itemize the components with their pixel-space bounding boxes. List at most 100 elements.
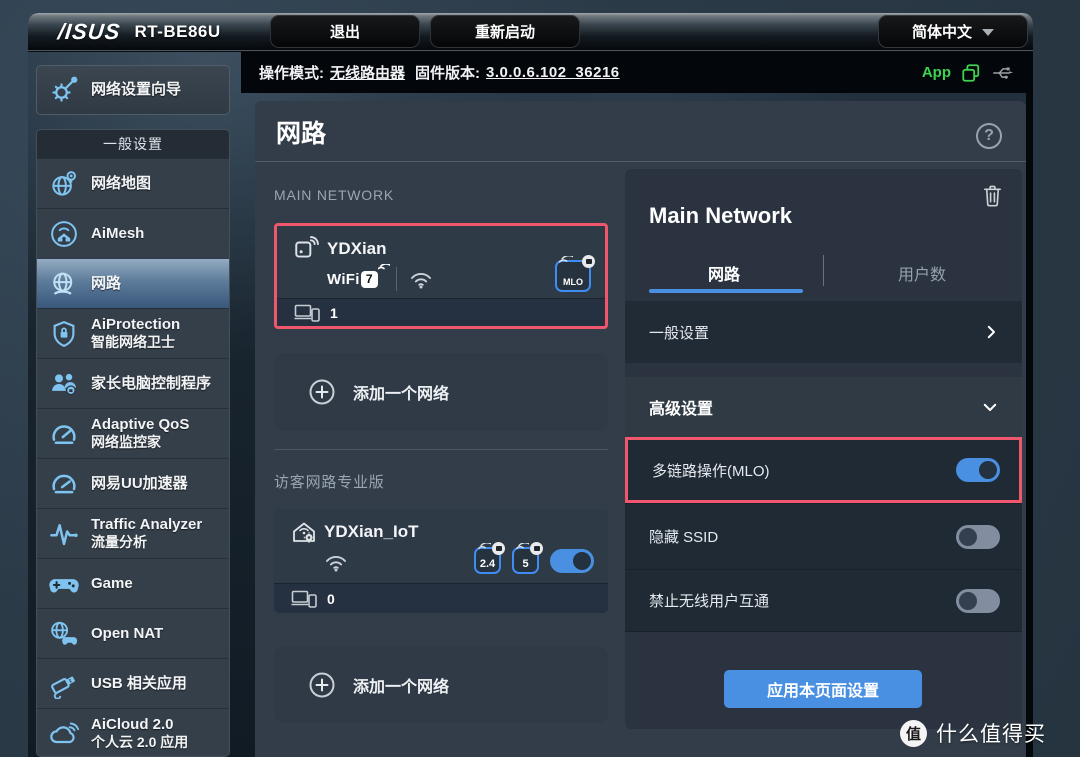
top-navbar: /ISUS RT-BE86U 退出 重新启动 简体中文	[28, 13, 1033, 51]
sidebar-item-label: 网络地图	[91, 174, 152, 192]
section-divider	[274, 449, 608, 450]
hide-ssid-toggle[interactable]	[956, 524, 1000, 549]
language-dropdown[interactable]: 简体中文	[878, 15, 1028, 48]
gamepad-icon	[45, 565, 83, 603]
page-title: 网路	[276, 120, 327, 148]
ap-isolation-row: 禁止无线用户互通	[625, 569, 1022, 631]
add-guest-network-button[interactable]: 添加一个网络	[274, 646, 608, 723]
tab-users[interactable]: 用户数	[823, 261, 1021, 285]
wizard-gear-icon	[45, 71, 83, 109]
network-card-main[interactable]: YDXian WiFi 7 MLO 1	[274, 223, 608, 329]
sidebar-section-header: 一般设置	[37, 130, 229, 158]
window-body: 操作模式: 无线路由器 固件版本: 3.0.0.6.102_36216 App	[28, 52, 1033, 757]
help-icon[interactable]: ?	[976, 123, 1002, 149]
wifi7-number-badge: 7	[360, 263, 390, 288]
client-devices-icon	[291, 589, 318, 609]
accelerator-gauge-icon	[45, 465, 83, 503]
info-bar: 操作模式: 无线路由器 固件版本: 3.0.0.6.102_36216 App	[241, 52, 1033, 93]
reboot-button[interactable]: 重新启动	[430, 15, 580, 48]
mlo-label: 多链路操作(MLO)	[652, 462, 770, 480]
app-qr-icon[interactable]	[961, 63, 981, 83]
sidebar-item-game[interactable]: Game	[37, 558, 229, 608]
screenshot-root: /ISUS RT-BE86U 退出 重新启动 简体中文 操作模式: 无线路由器 …	[0, 0, 1080, 757]
main-content-panel: 网路 ? MAIN NETWORK YDXian WiFi 7 MLO 1 添加…	[255, 101, 1026, 757]
chevron-down-icon	[980, 398, 1000, 416]
tab-network[interactable]: 网路	[625, 261, 823, 285]
brand-block: /ISUS RT-BE86U	[57, 19, 221, 45]
sidebar-item-label: 家长电脑控制程序	[91, 374, 212, 392]
sidebar-menu: 一般设置 网络地图 AiMesh 网路 AiProtection 智能网络卫士 …	[36, 129, 230, 757]
operation-mode-label: 操作模式:	[259, 65, 324, 82]
mlo-toggle[interactable]	[956, 458, 1000, 482]
network-map-icon	[45, 165, 83, 203]
broadcast-icon	[293, 236, 319, 262]
sidebar-item-label: AiMesh	[91, 224, 145, 242]
card-divider	[395, 267, 397, 291]
advanced-settings-row[interactable]: 高级设置	[625, 377, 1022, 437]
sidebar-item-label: Open NAT	[91, 624, 164, 642]
sidebar-item-network-map[interactable]: 网络地图	[37, 158, 229, 208]
sidebar-item-parental-controls[interactable]: 家长电脑控制程序	[37, 358, 229, 408]
apply-zone: 应用本页面设置	[625, 631, 1022, 729]
card-footer: 1	[277, 298, 605, 326]
window-right-edge	[1026, 52, 1033, 757]
cloud-icon	[45, 715, 83, 753]
tab-separator	[823, 255, 824, 286]
sidebar-item-aicloud[interactable]: AiCloud 2.0 个人云 2.0 应用	[37, 708, 229, 756]
hide-ssid-row: 隐藏 SSID	[625, 503, 1022, 569]
network-card-guest[interactable]: YDXian_IoT 2.4 5 0	[274, 509, 608, 613]
add-network-button[interactable]: 添加一个网络	[274, 353, 608, 431]
ssid-name: YDXian_IoT	[324, 522, 419, 541]
firmware-label: 固件版本:	[415, 65, 481, 82]
smzdm-watermark: 值 什么值得买	[900, 718, 1046, 748]
sidebar-item-label: Traffic Analyzer	[91, 516, 203, 534]
ap-isolation-label: 禁止无线用户互通	[649, 593, 770, 610]
general-settings-row[interactable]: 一般设置	[625, 301, 1022, 363]
operation-mode-value[interactable]: 无线路由器	[330, 62, 405, 83]
card-footer: 0	[274, 583, 608, 613]
band-5ghz-badge: 5	[512, 542, 543, 574]
firmware-version-link[interactable]: 3.0.0.6.102_36216	[486, 64, 620, 81]
sidebar-item-network[interactable]: 网路	[37, 258, 229, 308]
sidebar-item-usb-apps[interactable]: USB 相关应用	[37, 658, 229, 708]
sidebar-item-traffic-analyzer[interactable]: Traffic Analyzer 流量分析	[37, 508, 229, 558]
delete-network-icon[interactable]	[981, 183, 1004, 208]
active-tab-underline	[649, 289, 803, 293]
client-count: 0	[327, 590, 335, 607]
band-24ghz-badge: 2.4	[474, 542, 505, 574]
waveform-icon	[45, 515, 83, 553]
detail-panel-title: Main Network	[649, 203, 793, 228]
lock-icon	[582, 255, 595, 268]
app-link[interactable]: App	[922, 64, 951, 81]
plus-circle-icon	[308, 378, 336, 406]
sidebar-item-aiprotection[interactable]: AiProtection 智能网络卫士	[37, 308, 229, 358]
sidebar-item-aimesh[interactable]: AiMesh	[37, 208, 229, 258]
lock-icon	[530, 542, 543, 555]
gauge-icon	[45, 415, 83, 453]
aimesh-icon	[45, 215, 83, 253]
sidebar-item-open-nat[interactable]: Open NAT	[37, 608, 229, 658]
apply-button[interactable]: 应用本页面设置	[724, 670, 922, 708]
general-settings-label: 一般设置	[649, 324, 710, 342]
wifi-signal-icon	[409, 270, 433, 289]
parental-controls-icon	[45, 365, 83, 403]
shield-lock-icon	[45, 315, 83, 353]
band-arcs-icon	[516, 543, 529, 554]
wifi7-arcs-icon	[377, 263, 390, 276]
sidebar-item-adaptive-qos[interactable]: Adaptive QoS 网络监控家	[37, 408, 229, 458]
guest-network-toggle[interactable]	[550, 548, 594, 573]
client-count: 1	[330, 304, 338, 321]
network-globe-icon	[45, 265, 83, 303]
title-divider	[255, 161, 1026, 162]
guest-network-section-label: 访客网路专业版	[274, 474, 385, 491]
logout-button[interactable]: 退出	[270, 15, 420, 48]
plus-circle-icon	[308, 671, 336, 699]
detail-tabs: 网路 用户数	[625, 253, 1022, 297]
sidebar-item-setup-wizard[interactable]: 网络设置向导	[36, 65, 230, 115]
mlo-arcs-icon	[559, 256, 573, 268]
ssid-name: YDXian	[327, 239, 387, 258]
open-nat-icon	[45, 615, 83, 653]
sidebar-item-uu-accelerator[interactable]: 网易UU加速器	[37, 458, 229, 508]
ap-isolation-toggle[interactable]	[956, 588, 1000, 613]
add-network-label: 添加一个网络	[353, 678, 450, 696]
